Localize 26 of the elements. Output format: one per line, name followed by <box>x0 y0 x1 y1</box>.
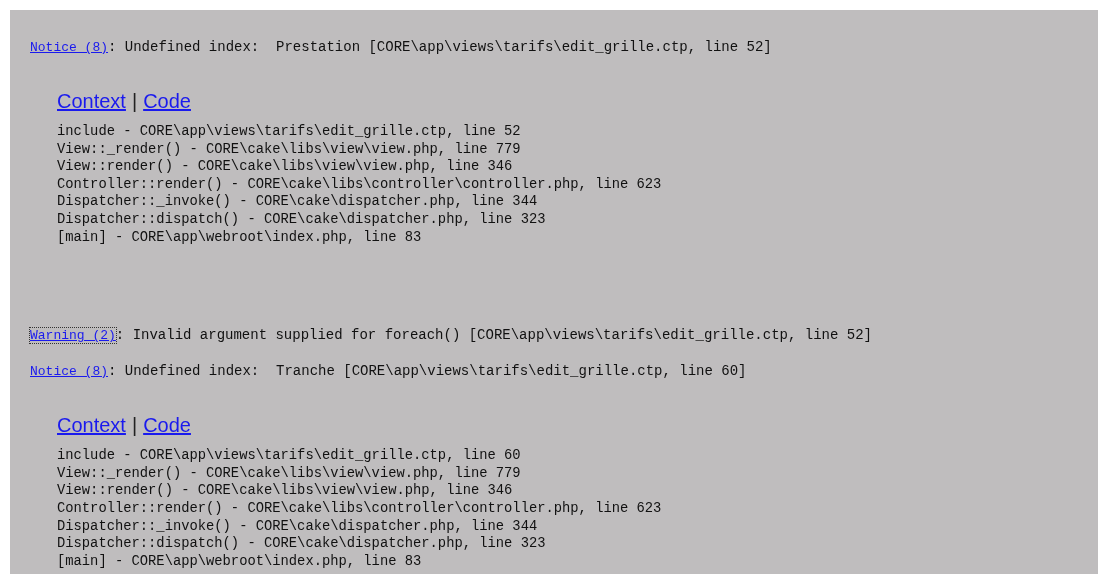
stack-trace-line: Dispatcher::_invoke() - CORE\cake\dispatcher.php, line 344 <box>57 193 539 211</box>
error-type-link[interactable]: Notice (8) <box>30 364 108 380</box>
stack-trace-line: Controller::render() - CORE\cake\libs\controller\controller.php, line 623 <box>57 175 663 194</box>
code-link[interactable]: Code <box>143 413 191 438</box>
context-link[interactable]: Context <box>57 89 126 113</box>
separator: | <box>131 413 138 438</box>
stack-trace-line: View::_render() - CORE\cake\libs\view\view.php, line 779 <box>57 464 522 483</box>
stack-trace-line: [main] - CORE\app\webroot\index.php, line 83 <box>57 228 423 247</box>
stack-trace-line: View::_render() - CORE\cake\libs\view\view.php, line 779 <box>57 140 522 159</box>
error-type-link[interactable]: Warning (2) <box>30 328 116 344</box>
error-message: : Undefined index: Prestation [CORE\app\views\tarifs\edit_grille.ctp, line 52] <box>108 39 772 55</box>
error-message: : Undefined index: Tranche [CORE\app\views\tarifs\edit_grille.ctp, line 60] <box>108 363 747 380</box>
stack-trace-line: Dispatcher::dispatch() - CORE\cake\dispatcher.php, line 323 <box>57 535 547 553</box>
stack-trace-line: Controller::render() - CORE\cake\libs\controller\controller.php, line 623 <box>57 499 663 518</box>
stack-trace-line: [main] - CORE\app\webroot\index.php, line 83 <box>57 552 423 571</box>
error-type-link[interactable]: Notice (8) <box>30 40 108 55</box>
stack-trace-line: include - CORE\app\views\tarifs\edit_grille.ctp, line 60 <box>57 447 522 465</box>
separator: | <box>131 89 138 113</box>
stack-trace-line: include - CORE\app\views\tarifs\edit_grille.ctp, line 52 <box>57 123 522 141</box>
error-message: : Invalid argument supplied for foreach() [CORE\app\views\tarifs\edit_grille.ctp, line 52] <box>115 327 872 344</box>
code-link[interactable]: Code <box>143 89 191 113</box>
stack-trace-line: View::render() - CORE\cake\libs\view\view.php, line 346 <box>57 482 514 500</box>
context-link[interactable]: Context <box>57 413 126 438</box>
stack-trace-line: Dispatcher::dispatch() - CORE\cake\dispatcher.php, line 323 <box>57 210 547 229</box>
stack-trace-line: View::render() - CORE\cake\libs\view\view.php, line 346 <box>57 158 514 176</box>
stack-trace-line: Dispatcher::_invoke() - CORE\cake\dispatcher.php, line 344 <box>57 517 539 536</box>
